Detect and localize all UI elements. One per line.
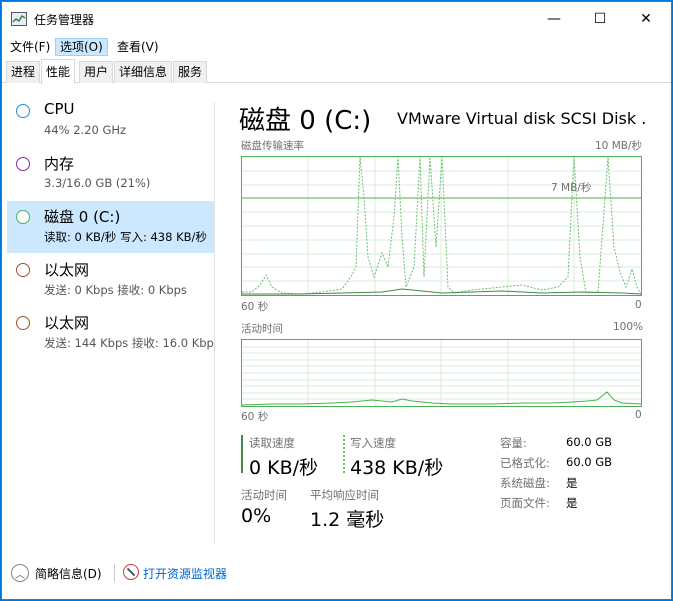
sidebar-item-ethernet-1[interactable]: 以太网 发送: 0 Kbps 接收: 0 Kbps	[7, 254, 214, 306]
sidebar-item-cpu[interactable]: CPU 44% 2.20 GHz	[7, 95, 214, 147]
tab-processes[interactable]: 进程	[6, 61, 41, 83]
close-icon: ✕	[640, 11, 652, 27]
sidebar-item-subtitle: 发送: 0 Kbps 接收: 0 Kbps	[44, 283, 187, 297]
transfer-rate-max: 10 MB/秒	[595, 140, 642, 152]
system-disk-label: 系统磁盘:	[500, 476, 550, 490]
minimize-icon: —	[547, 11, 561, 27]
active-time-label: 活动时间	[241, 323, 283, 335]
transfer-rate-mid: 7 MB/秒	[551, 182, 592, 194]
chart1-time-axis-right: 0	[635, 299, 642, 311]
active-time-stat-value: 0%	[241, 505, 272, 527]
page-file-label: 页面文件:	[500, 496, 550, 510]
chart2-time-axis-right: 0	[635, 409, 642, 421]
maximize-icon: ☐	[593, 11, 607, 27]
transfer-rate-chart	[241, 156, 642, 296]
page-file-value: 是	[566, 496, 578, 510]
sidebar-item-subtitle: 44% 2.20 GHz	[44, 123, 127, 137]
chart1-time-axis-left: 60 秒	[241, 301, 269, 313]
transfer-rate-graph	[242, 156, 642, 295]
sidebar-item-disk[interactable]: 磁盘 0 (C:) 读取: 0 KB/秒 写入: 438 KB/秒	[7, 201, 214, 253]
sidebar-item-title: 以太网	[44, 314, 90, 332]
menu-bar: 文件(F) 选项(O) 查看(V)	[2, 36, 671, 57]
performance-sidebar: CPU 44% 2.20 GHz 内存 3.3/16.0 GB (21%) 磁盘…	[2, 95, 214, 545]
sidebar-item-subtitle: 3.3/16.0 GB (21%)	[44, 176, 151, 190]
system-disk-value: 是	[566, 476, 578, 490]
sidebar-item-title: CPU	[44, 100, 75, 118]
tab-services[interactable]: 服务	[173, 61, 208, 83]
window-title: 任务管理器	[34, 13, 95, 27]
maximize-button[interactable]: ☐	[577, 2, 623, 36]
sidebar-item-subtitle: 读取: 0 KB/秒 写入: 438 KB/秒	[44, 230, 207, 244]
sidebar-item-ethernet-2[interactable]: 以太网 发送: 144 Kbps 接收: 16.0 Kbps	[7, 307, 214, 359]
chart2-time-axis-left: 60 秒	[241, 411, 269, 423]
write-speed-label: 写入速度	[350, 436, 396, 450]
memory-indicator-icon	[16, 157, 30, 171]
active-time-max: 100%	[613, 321, 644, 333]
ethernet-indicator-icon	[16, 263, 30, 277]
cpu-indicator-icon	[16, 104, 30, 118]
close-button[interactable]: ✕	[623, 2, 669, 36]
sidebar-item-title: 以太网	[44, 261, 90, 279]
tab-details[interactable]: 详细信息	[114, 61, 173, 83]
tab-performance[interactable]: 性能	[41, 59, 76, 84]
footer-bar: ︿ 简略信息(D) 打开资源监视器	[2, 558, 671, 588]
active-time-chart	[241, 339, 642, 407]
task-manager-window: 任务管理器 — ☐ ✕ 文件(F) 选项(O) 查看(V) 进程 性能 用户 详…	[1, 1, 672, 600]
capacity-value: 60.0 GB	[566, 435, 613, 449]
transfer-rate-label: 磁盘传输速率	[241, 140, 304, 152]
sidebar-divider	[214, 102, 215, 544]
sidebar-item-title: 磁盘 0 (C:)	[44, 208, 121, 226]
disk-detail-panel: 磁盘 0 (C:) VMware Virtual disk SCSI Disk …	[227, 95, 647, 545]
active-time-graph	[241, 340, 642, 406]
menu-view[interactable]: 查看(V)	[113, 38, 163, 56]
fewer-details-button[interactable]: 简略信息(D)	[35, 565, 102, 582]
ethernet-indicator-icon	[16, 316, 30, 330]
read-speed-value: 0 KB/秒	[249, 457, 319, 479]
resource-monitor-icon	[123, 564, 139, 580]
sidebar-item-title: 内存	[44, 155, 75, 173]
minimize-button[interactable]: —	[531, 2, 577, 36]
tab-users[interactable]: 用户	[79, 61, 114, 83]
sidebar-item-subtitle: 发送: 144 Kbps 接收: 16.0 Kbps	[44, 336, 214, 350]
response-time-value: 1.2 毫秒	[310, 509, 385, 531]
disk-title: 磁盘 0 (C:)	[239, 106, 372, 136]
write-speed-value: 438 KB/秒	[350, 457, 444, 479]
menu-options[interactable]: 选项(O)	[55, 38, 108, 56]
read-speed-indicator	[241, 435, 243, 473]
open-resource-monitor-link[interactable]: 打开资源监视器	[143, 565, 227, 582]
read-speed-label: 读取速度	[249, 436, 295, 450]
formatted-label: 已格式化:	[500, 456, 550, 470]
active-time-stat-label: 活动时间	[241, 488, 287, 502]
write-speed-indicator	[343, 435, 345, 473]
task-manager-app-icon	[11, 12, 27, 26]
footer-separator	[114, 564, 115, 582]
sidebar-item-memory[interactable]: 内存 3.3/16.0 GB (21%)	[7, 148, 214, 200]
disk-model: VMware Virtual disk SCSI Disk ...	[397, 109, 647, 128]
formatted-value: 60.0 GB	[566, 455, 613, 469]
collapse-chevron-icon[interactable]: ︿	[11, 564, 29, 582]
response-time-label: 平均响应时间	[310, 488, 379, 502]
tab-strip: 进程 性能 用户 详细信息 服务	[2, 59, 671, 84]
title-bar: 任务管理器 — ☐ ✕	[2, 2, 671, 36]
capacity-label: 容量:	[500, 436, 527, 450]
disk-indicator-icon	[16, 210, 30, 224]
menu-file[interactable]: 文件(F)	[6, 38, 54, 56]
